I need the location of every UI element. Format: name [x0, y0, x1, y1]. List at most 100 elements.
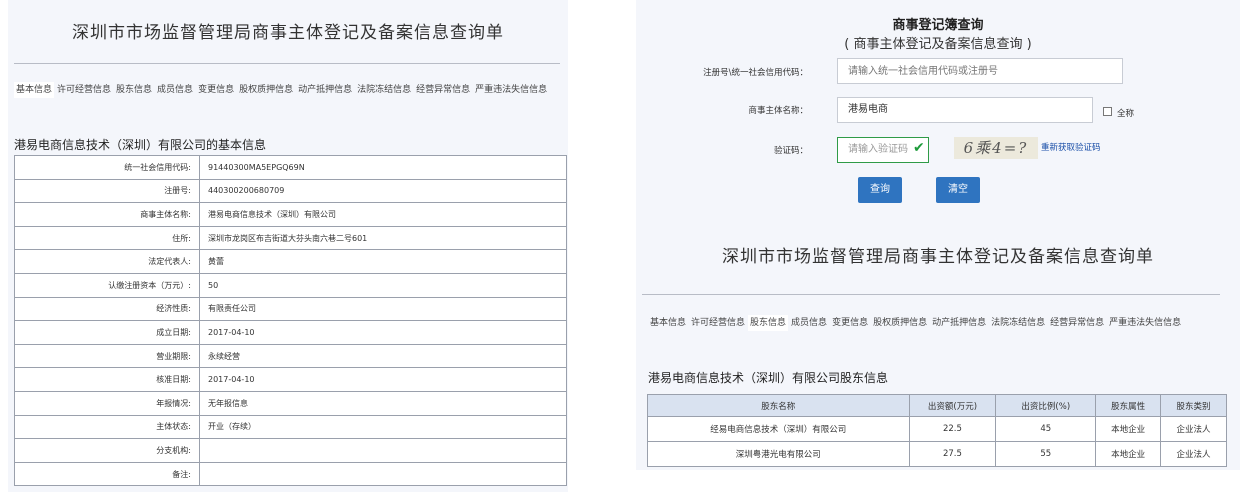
- tab-2[interactable]: 股东信息: [748, 315, 789, 331]
- tab-4[interactable]: 变更信息: [196, 82, 236, 98]
- table-row: 商事主体名称: 港易电商信息技术（深圳）有限公司: [14, 202, 567, 227]
- table-row: 营业期限: 永续经营: [14, 343, 567, 369]
- company-name-label: 商事主体名称：: [748, 106, 808, 116]
- column-header: 出资额(万元): [908, 394, 997, 417]
- basic-info-panel: 深圳市市场监督管理局商事主体登记及备案信息查询单 基本信息 许可经营信息 股东信息成…: [8, 0, 568, 492]
- tab-8[interactable]: 经营异常信息: [414, 82, 472, 98]
- field-value: 港易电商信息技术（深圳）有限公司: [199, 202, 567, 227]
- tab-9[interactable]: 严重违法失信信息: [1107, 315, 1183, 331]
- field-value: 2017-04-10: [199, 367, 567, 392]
- table-row: 深圳粤港光电有限公司 27.5 55 本地企业 企业法人: [647, 441, 1227, 467]
- field-value: 永续经营: [199, 343, 567, 369]
- tab-4[interactable]: 变更信息: [830, 315, 870, 331]
- tab-3[interactable]: 成员信息: [789, 315, 829, 331]
- tab-6[interactable]: 动产抵押信息: [296, 82, 354, 98]
- section-title: 港易电商信息技术（深圳）有限公司的基本信息: [14, 138, 267, 152]
- table-cell: 45: [995, 416, 1097, 442]
- title-divider: [14, 63, 560, 64]
- section-title: 港易电商信息技术（深圳）有限公司股东信息: [648, 371, 889, 385]
- field-value: 440300200680709: [199, 178, 567, 204]
- field-label: 注册号:: [14, 178, 200, 204]
- table-cell: 27.5: [908, 441, 997, 467]
- tab-5[interactable]: 股权质押信息: [871, 315, 929, 331]
- column-header: 股东名称: [647, 394, 910, 417]
- tab-2[interactable]: 股东信息: [114, 82, 154, 98]
- field-value: [199, 461, 567, 487]
- field-label: 经济性质:: [14, 296, 200, 322]
- tab-bar: 基本信息 许可经营信息 股东信息 成员信息 变更信息 股权质押信息 动产抵押信息 法院冻结信息…: [648, 315, 1208, 331]
- table-row: 年报情况: 无年报信息: [14, 390, 567, 416]
- refresh-captcha-link[interactable]: 重新获取验证码: [1041, 141, 1101, 153]
- fullname-label: 全称: [1117, 109, 1135, 119]
- tab-0[interactable]: 基本信息: [648, 315, 688, 331]
- field-label: 商事主体名称:: [14, 202, 200, 227]
- reg-number-input[interactable]: [837, 58, 1123, 84]
- field-value: 2017-04-10: [199, 320, 567, 345]
- shareholder-table: 股东名称 出资额(万元) 出资比例(%) 股东属性 股东类别 经易电商信息技术（深圳）有限…: [647, 394, 1227, 467]
- table-row: 注册号: 440300200680709: [14, 178, 567, 204]
- field-label: 法定代表人:: [14, 249, 200, 274]
- tab-1[interactable]: 许可经营信息: [689, 315, 747, 331]
- query-title: 商事登记簿查询: [892, 18, 984, 33]
- table-row: 成立日期: 2017-04-10: [14, 320, 567, 345]
- field-label: 成立日期:: [14, 320, 200, 345]
- table-header-row: 股东名称 出资额(万元) 出资比例(%) 股东属性 股东类别: [647, 394, 1227, 417]
- field-value: 黄蕾: [199, 249, 567, 274]
- tab-7[interactable]: 法院冻结信息: [989, 315, 1047, 331]
- fullname-checkbox[interactable]: [1103, 107, 1112, 116]
- page-title: 深圳市市场监督管理局商事主体登记及备案信息查询单: [72, 23, 504, 43]
- title-divider: [642, 294, 1220, 295]
- checkmark-icon: ✔: [913, 140, 925, 156]
- field-label: 住所:: [14, 225, 200, 251]
- table-cell: 企业法人: [1160, 416, 1227, 442]
- field-value: 无年报信息: [199, 390, 567, 416]
- field-label: 营业期限:: [14, 343, 200, 369]
- table-row: 主体状态: 开业（存续）: [14, 414, 567, 440]
- column-header: 股东属性: [1095, 394, 1162, 417]
- tab-9[interactable]: 严重违法失信信息: [473, 82, 549, 98]
- table-cell: 经易电商信息技术（深圳）有限公司: [647, 416, 910, 442]
- field-label: 统一社会信用代码:: [14, 155, 200, 180]
- table-row: 认缴注册资本（万元）: 50: [14, 272, 567, 298]
- tab-0[interactable]: 基本信息: [14, 82, 55, 98]
- page-title: 深圳市市场监督管理局商事主体登记及备案信息查询单: [722, 247, 1154, 267]
- tab-7[interactable]: 法院冻结信息: [355, 82, 413, 98]
- field-value: 91440300MA5EPGQ69N: [199, 155, 567, 180]
- tab-8[interactable]: 经营异常信息: [1048, 315, 1106, 331]
- table-cell: 55: [995, 441, 1097, 467]
- table-cell: 22.5: [908, 416, 997, 442]
- table-row: 经易电商信息技术（深圳）有限公司 22.5 45 本地企业 企业法人: [647, 416, 1227, 442]
- tab-1[interactable]: 许可经营信息: [55, 82, 113, 98]
- table-cell: 本地企业: [1095, 416, 1162, 442]
- field-label: 备注:: [14, 461, 200, 487]
- field-value: 有限责任公司: [199, 296, 567, 322]
- table-row: 住所: 深圳市龙岗区布吉街道大芬头南六巷二号601: [14, 225, 567, 251]
- field-label: 分支机构:: [14, 438, 200, 463]
- field-value: [199, 438, 567, 463]
- tab-bar: 基本信息 许可经营信息 股东信息 成员信息 变更信息 股权质押信息 动产抵押信息 法院冻结信息…: [14, 82, 554, 98]
- table-row: 法定代表人: 黄蕾: [14, 249, 567, 274]
- clear-button[interactable]: 清空: [936, 177, 980, 203]
- shareholder-panel: 商事登记簿查询 ( 商事主体登记及备案信息查询 ) 注册号\统一社会信用代码： …: [636, 0, 1240, 470]
- column-header: 出资比例(%): [995, 394, 1097, 417]
- captcha-label: 验证码：: [773, 146, 808, 156]
- field-label: 主体状态:: [14, 414, 200, 440]
- tab-6[interactable]: 动产抵押信息: [930, 315, 988, 331]
- company-name-input[interactable]: 港易电商: [837, 97, 1093, 123]
- table-row: 备注:: [14, 461, 567, 487]
- field-label: 核准日期:: [14, 367, 200, 392]
- query-button[interactable]: 查询: [858, 177, 902, 203]
- tab-5[interactable]: 股权质押信息: [237, 82, 295, 98]
- captcha-image: 6乘4=?: [954, 137, 1038, 159]
- column-header: 股东类别: [1160, 394, 1227, 417]
- field-value: 深圳市龙岗区布吉街道大芬头南六巷二号601: [199, 225, 567, 251]
- table-cell: 本地企业: [1095, 441, 1162, 467]
- field-value: 50: [199, 272, 567, 298]
- field-value: 开业（存续）: [199, 414, 567, 440]
- reg-number-label: 注册号\统一社会信用代码：: [703, 68, 808, 78]
- table-row: 经济性质: 有限责任公司: [14, 296, 567, 322]
- query-subtitle: ( 商事主体登记及备案信息查询 ): [844, 37, 1032, 52]
- table-row: 统一社会信用代码: 91440300MA5EPGQ69N: [14, 155, 567, 180]
- tab-3[interactable]: 成员信息: [155, 82, 195, 98]
- table-cell: 企业法人: [1160, 441, 1227, 467]
